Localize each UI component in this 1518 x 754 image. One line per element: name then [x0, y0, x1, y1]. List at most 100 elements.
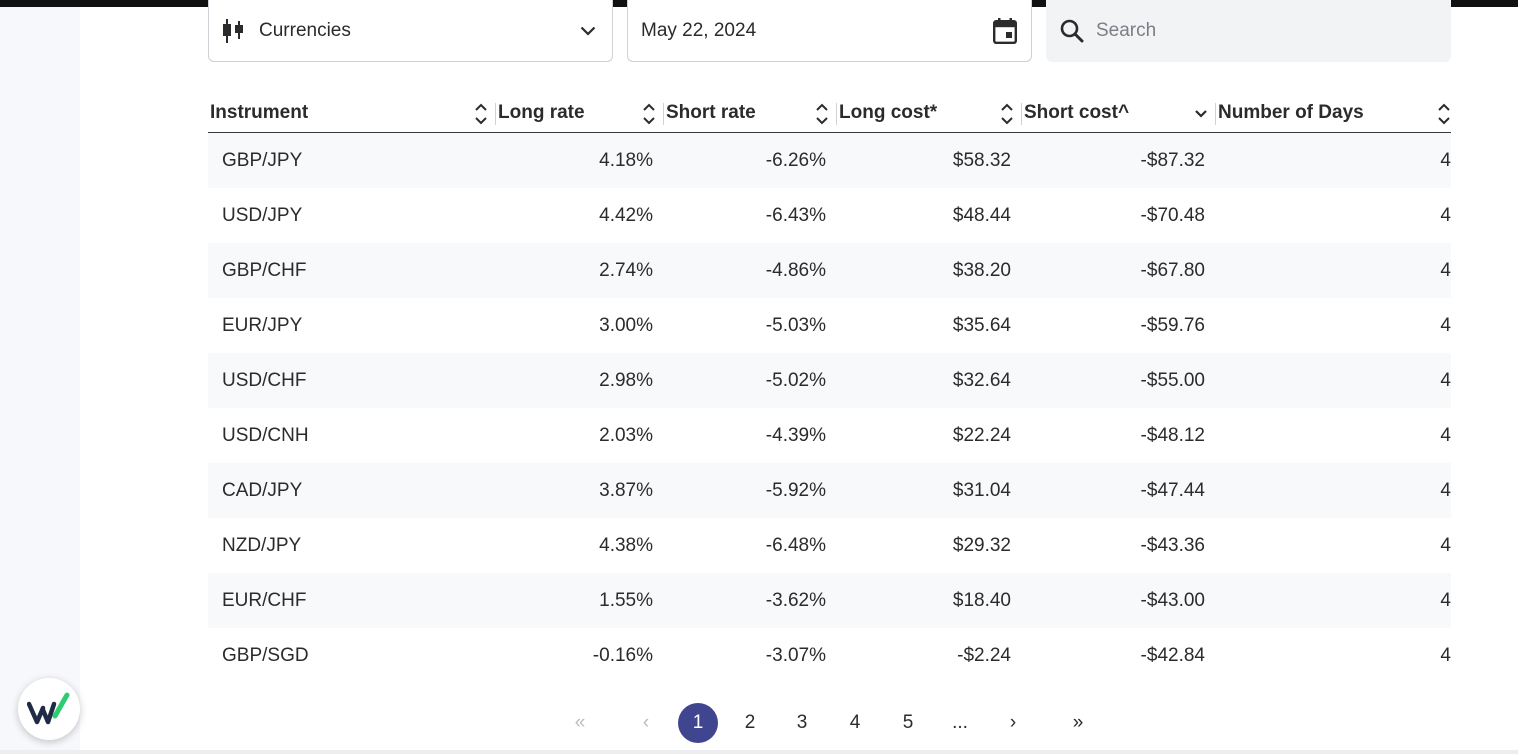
pagination: « ‹ 1 2 3 4 5 ... › » — [560, 703, 1100, 743]
table-row[interactable]: GBP/CHF 2.74% -4.86% $38.20 -$67.80 4 — [208, 243, 1451, 298]
table-row[interactable]: NZD/JPY 4.38% -6.48% $29.32 -$43.36 4 — [208, 518, 1451, 573]
cell-long-cost: $48.44 — [952, 204, 1011, 226]
cell-long-rate: 2.74% — [599, 259, 653, 281]
search-input[interactable] — [1096, 20, 1451, 42]
candlestick-icon — [223, 18, 245, 43]
cell-long-cost: $38.20 — [952, 259, 1011, 281]
cell-instrument: USD/CHF — [222, 369, 307, 391]
table-row[interactable]: USD/JPY 4.42% -6.43% $48.44 -$70.48 4 — [208, 188, 1451, 243]
column-header-number-of-days[interactable]: Number of Days — [1216, 93, 1451, 132]
cell-instrument: NZD/JPY — [222, 534, 302, 556]
page-button-3[interactable]: 3 — [782, 703, 822, 743]
cell-instrument: GBP/SGD — [222, 644, 309, 666]
cell-short-rate: -5.92% — [765, 479, 826, 501]
search-icon — [1060, 19, 1084, 43]
cell-number-of-days: 4 — [1440, 644, 1451, 666]
column-header-long-cost[interactable]: Long cost* — [837, 93, 1022, 132]
brand-logo-button[interactable] — [18, 678, 80, 740]
previous-page-button[interactable]: ‹ — [626, 703, 666, 743]
last-page-button[interactable]: » — [1058, 703, 1098, 743]
page-button-4[interactable]: 4 — [835, 703, 875, 743]
table-row[interactable]: USD/CNH 2.03% -4.39% $22.24 -$48.12 4 — [208, 408, 1451, 463]
cell-number-of-days: 4 — [1440, 149, 1451, 171]
cell-long-cost: -$2.24 — [957, 644, 1011, 666]
column-header-short-rate[interactable]: Short rate — [664, 93, 837, 132]
cell-instrument: USD/CNH — [222, 424, 309, 446]
brand-logo-icon — [27, 692, 70, 725]
cell-number-of-days: 4 — [1440, 479, 1451, 501]
sort-unsorted-icon[interactable] — [474, 102, 488, 132]
table-row[interactable]: GBP/JPY 4.18% -6.26% $58.32 -$87.32 4 — [208, 133, 1451, 188]
page-button-2[interactable]: 2 — [730, 703, 770, 743]
cell-short-rate: -4.86% — [765, 259, 826, 281]
date-picker[interactable]: May 22, 2024 — [627, 0, 1032, 62]
column-header-short-cost[interactable]: Short cost^ — [1022, 93, 1216, 132]
table-row[interactable]: CAD/JPY 3.87% -5.92% $31.04 -$47.44 4 — [208, 463, 1451, 518]
cell-number-of-days: 4 — [1440, 589, 1451, 611]
cell-short-cost: -$55.00 — [1140, 369, 1205, 391]
cell-long-cost: $35.64 — [952, 314, 1011, 336]
table-header: Instrument Long rate Short rate Long cos… — [208, 93, 1451, 133]
cell-instrument: USD/JPY — [222, 204, 303, 226]
cell-short-cost: -$59.76 — [1140, 314, 1205, 336]
cell-long-cost: $31.04 — [952, 479, 1011, 501]
calendar-icon[interactable] — [993, 17, 1017, 44]
sort-descending-icon[interactable] — [1194, 102, 1208, 132]
column-header-long-rate[interactable]: Long rate — [496, 93, 664, 132]
cell-long-cost: $22.24 — [952, 424, 1011, 446]
page-button-1[interactable]: 1 — [678, 703, 718, 743]
cell-instrument: EUR/JPY — [222, 314, 303, 336]
cell-long-rate: 4.18% — [599, 149, 653, 171]
cell-short-cost: -$47.44 — [1140, 479, 1205, 501]
column-header-label: Long rate — [498, 101, 585, 123]
cell-long-cost: $29.32 — [952, 534, 1011, 556]
table-body: GBP/JPY 4.18% -6.26% $58.32 -$87.32 4 US… — [208, 133, 1451, 683]
cell-short-cost: -$43.00 — [1140, 589, 1205, 611]
cell-short-cost: -$43.36 — [1140, 534, 1205, 556]
chevron-down-icon — [580, 26, 596, 36]
cell-number-of-days: 4 — [1440, 259, 1451, 281]
category-select[interactable]: Currencies — [208, 0, 613, 62]
cell-long-cost: $32.64 — [952, 369, 1011, 391]
cell-long-rate: -0.16% — [592, 644, 653, 666]
page-button-5[interactable]: 5 — [888, 703, 928, 743]
column-header-label: Instrument — [210, 101, 309, 123]
cell-short-rate: -6.26% — [765, 149, 826, 171]
cell-long-rate: 3.00% — [599, 314, 653, 336]
cell-short-rate: -3.62% — [765, 589, 826, 611]
table-row[interactable]: EUR/JPY 3.00% -5.03% $35.64 -$59.76 4 — [208, 298, 1451, 353]
first-page-button[interactable]: « — [560, 703, 600, 743]
cell-short-rate: -4.39% — [765, 424, 826, 446]
cell-long-cost: $18.40 — [952, 589, 1011, 611]
category-select-value: Currencies — [259, 19, 351, 41]
cell-short-cost: -$87.32 — [1140, 149, 1205, 171]
cell-short-cost: -$42.84 — [1140, 644, 1205, 666]
cell-long-rate: 4.38% — [599, 534, 653, 556]
column-header-label: Number of Days — [1218, 101, 1364, 123]
cell-long-rate: 2.03% — [599, 424, 653, 446]
sort-unsorted-icon[interactable] — [1000, 102, 1014, 132]
cell-short-rate: -5.02% — [765, 369, 826, 391]
cell-short-rate: -3.07% — [765, 644, 826, 666]
pagination-ellipsis: ... — [952, 712, 968, 733]
sort-unsorted-icon[interactable] — [815, 102, 829, 132]
cell-short-cost: -$67.80 — [1140, 259, 1205, 281]
cell-instrument: GBP/CHF — [222, 259, 307, 281]
table-row[interactable]: USD/CHF 2.98% -5.02% $32.64 -$55.00 4 — [208, 353, 1451, 408]
column-header-instrument[interactable]: Instrument — [208, 93, 496, 132]
table-row[interactable]: EUR/CHF 1.55% -3.62% $18.40 -$43.00 4 — [208, 573, 1451, 628]
rates-table: Instrument Long rate Short rate Long cos… — [208, 93, 1451, 683]
cell-number-of-days: 4 — [1440, 314, 1451, 336]
cell-number-of-days: 4 — [1440, 369, 1451, 391]
table-row[interactable]: GBP/SGD -0.16% -3.07% -$2.24 -$42.84 4 — [208, 628, 1451, 683]
sort-unsorted-icon[interactable] — [642, 102, 656, 132]
column-header-label: Short rate — [666, 101, 756, 123]
column-header-label: Long cost* — [839, 101, 938, 123]
cell-short-cost: -$48.12 — [1140, 424, 1205, 446]
sort-unsorted-icon[interactable] — [1437, 102, 1451, 132]
cell-number-of-days: 4 — [1440, 204, 1451, 226]
search-box[interactable] — [1046, 0, 1451, 62]
next-page-button[interactable]: › — [993, 703, 1033, 743]
column-header-label: Short cost^ — [1024, 101, 1130, 123]
left-panel — [0, 7, 80, 750]
